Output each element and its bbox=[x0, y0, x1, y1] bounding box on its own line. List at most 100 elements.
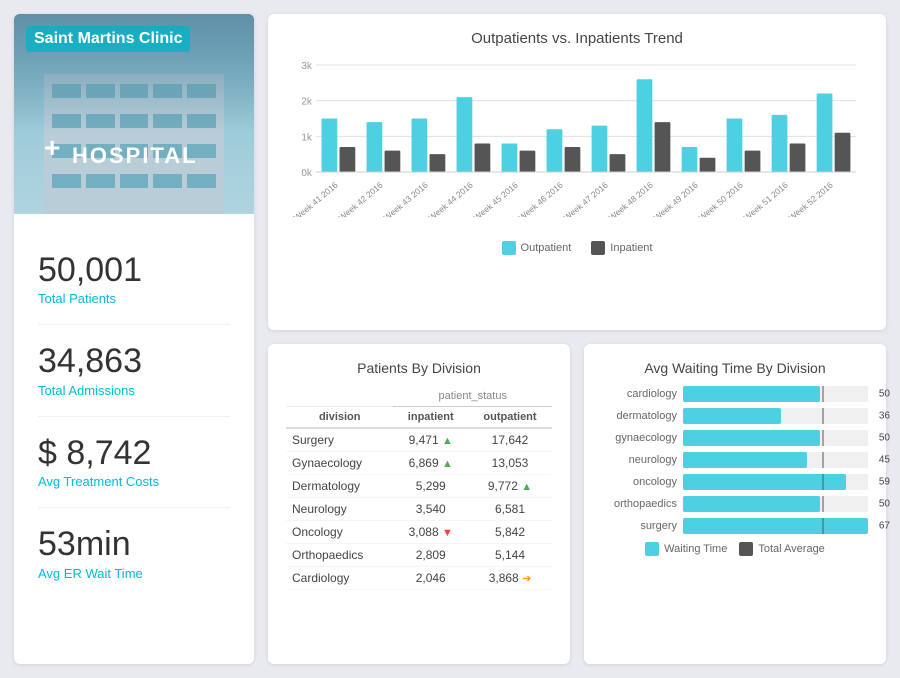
waiting-row: gynaecology 50 bbox=[602, 430, 868, 446]
stats-section: 50,001 Total Patients 34,863 Total Admis… bbox=[14, 214, 254, 664]
division-cell: Orthopaedics bbox=[286, 543, 393, 566]
inpatient-cell: 2,809 bbox=[393, 543, 468, 566]
waiting-row: surgery 67 bbox=[602, 518, 868, 534]
total-avg-legend-color bbox=[739, 542, 753, 556]
trend-up-icon: ▲ bbox=[442, 458, 453, 470]
trend-chart-card: Outpatients vs. Inpatients Trend 0k1k2k3… bbox=[268, 14, 886, 330]
th-patient-status: patient_status bbox=[393, 386, 552, 407]
waiting-chart-card: Avg Waiting Time By Division cardiology … bbox=[584, 344, 886, 665]
outpatient-cell: 17,642 bbox=[468, 428, 552, 452]
waiting-bar-fill bbox=[683, 452, 807, 468]
avg-line bbox=[822, 452, 824, 468]
svg-text:Week 49 2016: Week 49 2016 bbox=[652, 180, 700, 217]
bottom-row: Patients By Division patient_status divi… bbox=[268, 344, 886, 665]
table-row: Orthopaedics 2,809 5,144 bbox=[286, 543, 552, 566]
svg-text:Week 43 2016: Week 43 2016 bbox=[382, 180, 430, 217]
left-panel: Saint Martins Clinic + HOSPITAL 50,001 T… bbox=[14, 14, 254, 664]
waiting-bar-value: 50 bbox=[879, 498, 890, 509]
waiting-legend: Waiting Time Total Average bbox=[602, 542, 868, 556]
waiting-label: orthopaedics bbox=[602, 498, 677, 510]
hospital-name: Saint Martins Clinic bbox=[26, 26, 190, 52]
waiting-bar-container: 50 bbox=[683, 496, 868, 512]
division-table-card: Patients By Division patient_status divi… bbox=[268, 344, 570, 665]
waiting-label: surgery bbox=[602, 520, 677, 532]
division-cell: Surgery bbox=[286, 428, 393, 452]
svg-text:Week 48 2016: Week 48 2016 bbox=[607, 180, 655, 217]
trend-up-icon: ▲ bbox=[442, 435, 453, 447]
waiting-row: oncology 59 bbox=[602, 474, 868, 490]
total-admissions-label: Total Admissions bbox=[38, 383, 230, 398]
inpatient-cell: 3,088 ▼ bbox=[393, 520, 468, 543]
avg-line bbox=[822, 518, 824, 534]
outpatient-legend-label: Outpatient bbox=[521, 242, 572, 254]
waiting-bar-value: 67 bbox=[879, 520, 890, 531]
inpatient-legend-label: Inpatient bbox=[610, 242, 652, 254]
waiting-label: cardiology bbox=[602, 388, 677, 400]
outpatient-cell: 5,842 bbox=[468, 520, 552, 543]
inpatient-cell: 2,046 bbox=[393, 566, 468, 589]
total-avg-legend-label: Total Average bbox=[758, 543, 824, 555]
avg-line bbox=[822, 474, 824, 490]
total-patients-stat: 50,001 Total Patients bbox=[38, 234, 230, 325]
svg-text:Week 45 2016: Week 45 2016 bbox=[472, 180, 520, 217]
waiting-chart-title: Avg Waiting Time By Division bbox=[602, 360, 868, 376]
division-cell: Cardiology bbox=[286, 566, 393, 589]
svg-text:Week 44 2016: Week 44 2016 bbox=[427, 180, 475, 217]
waiting-label: dermatology bbox=[602, 410, 677, 422]
inpatient-cell: 5,299 bbox=[393, 474, 468, 497]
waiting-row: cardiology 50 bbox=[602, 386, 868, 402]
svg-text:0k: 0k bbox=[301, 168, 312, 179]
avg-wait-stat: 53min Avg ER Wait Time bbox=[38, 508, 230, 598]
waiting-time-legend: Waiting Time bbox=[645, 542, 727, 556]
waiting-bar-container: 50 bbox=[683, 386, 868, 402]
waiting-bars: cardiology 50 dermatology 36 gynaecology… bbox=[602, 386, 868, 534]
avg-treatment-value: $ 8,742 bbox=[38, 435, 230, 472]
trend-chart-svg: 0k1k2k3kWeek 41 2016Week 42 2016Week 43 … bbox=[288, 57, 866, 217]
legend-outpatient: Outpatient bbox=[502, 241, 572, 255]
svg-text:2k: 2k bbox=[301, 97, 312, 108]
division-table-title: Patients By Division bbox=[286, 360, 552, 376]
trend-chart-legend: Outpatient Inpatient bbox=[288, 241, 866, 255]
svg-text:1k: 1k bbox=[301, 132, 312, 143]
total-avg-legend: Total Average bbox=[739, 542, 824, 556]
total-admissions-value: 34,863 bbox=[38, 343, 230, 380]
svg-text:Week 52 2016: Week 52 2016 bbox=[787, 180, 835, 217]
avg-line bbox=[822, 496, 824, 512]
avg-wait-value: 53min bbox=[38, 526, 230, 563]
waiting-bar-value: 50 bbox=[879, 388, 890, 399]
inpatient-cell: 6,869 ▲ bbox=[393, 451, 468, 474]
waiting-bar-value: 36 bbox=[879, 410, 890, 421]
avg-line bbox=[822, 408, 824, 424]
outpatient-cell: 13,053 bbox=[468, 451, 552, 474]
waiting-label: gynaecology bbox=[602, 432, 677, 444]
avg-line bbox=[822, 430, 824, 446]
table-row: Cardiology 2,046 3,868 ➔ bbox=[286, 566, 552, 589]
hospital-cross-icon: + bbox=[44, 132, 60, 164]
table-row: Neurology 3,540 6,581 bbox=[286, 497, 552, 520]
outpatient-cell: 9,772 ▲ bbox=[468, 474, 552, 497]
waiting-bar-fill bbox=[683, 496, 820, 512]
dashboard: Saint Martins Clinic + HOSPITAL 50,001 T… bbox=[14, 14, 886, 664]
th-inpatient: inpatient bbox=[393, 406, 468, 428]
trend-down-icon: ▼ bbox=[442, 527, 453, 539]
th-division-empty bbox=[286, 386, 393, 407]
division-cell: Oncology bbox=[286, 520, 393, 543]
table-row: Gynaecology 6,869 ▲ 13,053 bbox=[286, 451, 552, 474]
waiting-bar-container: 59 bbox=[683, 474, 868, 490]
inpatient-cell: 9,471 ▲ bbox=[393, 428, 468, 452]
outpatient-legend-color bbox=[502, 241, 516, 255]
waiting-time-legend-color bbox=[645, 542, 659, 556]
svg-text:Week 46 2016: Week 46 2016 bbox=[517, 180, 565, 217]
trend-right-icon: ➔ bbox=[522, 573, 531, 585]
th-division: division bbox=[286, 406, 393, 428]
waiting-bar-container: 50 bbox=[683, 430, 868, 446]
waiting-label: oncology bbox=[602, 476, 677, 488]
waiting-time-legend-label: Waiting Time bbox=[664, 543, 727, 555]
total-patients-label: Total Patients bbox=[38, 291, 230, 306]
th-outpatient: outpatient bbox=[468, 406, 552, 428]
outpatient-cell: 3,868 ➔ bbox=[468, 566, 552, 589]
total-patients-value: 50,001 bbox=[38, 252, 230, 289]
table-row: Oncology 3,088 ▼ 5,842 bbox=[286, 520, 552, 543]
total-admissions-stat: 34,863 Total Admissions bbox=[38, 325, 230, 416]
inpatient-cell: 3,540 bbox=[393, 497, 468, 520]
